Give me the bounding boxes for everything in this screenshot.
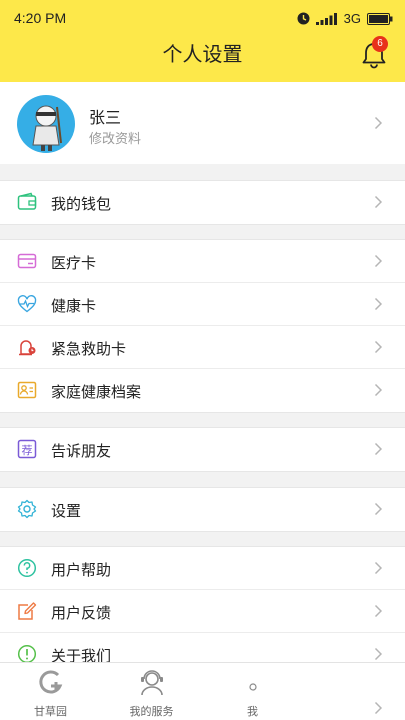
chevron-right-icon [374,701,383,715]
recommend-icon: 荐 [17,439,37,459]
menu-item-label: 健康卡 [51,297,97,315]
page-title: 个人设置 [162,42,243,66]
menu-group-settings: 设置 [0,487,405,532]
tab-my-services[interactable]: 我的服务 [101,663,202,720]
bottom-tab-bar: 甘草园 我的服务 我 [0,662,405,720]
feedback-icon [18,602,37,620]
medical-card-icon [17,253,37,269]
menu-item-label: 告诉朋友 [51,442,112,460]
menu-item-settings[interactable]: 设置 [0,488,405,531]
tab-label: 我 [247,705,258,718]
menu-item-wallet[interactable]: 我的钱包 [0,181,405,224]
status-time: 4:20 PM [14,10,67,26]
chevron-right-icon [374,647,383,661]
menu-item-help[interactable]: 用户帮助 [0,547,405,590]
alarm-icon [297,12,310,25]
battery-icon [367,12,393,25]
menu-item-feedback[interactable]: 用户反馈 [0,590,405,633]
status-bar: 4:20 PM 3G [0,0,405,38]
menu-item-label: 设置 [51,502,82,520]
tab-gancaoyuan[interactable]: 甘草园 [0,663,101,720]
profile-card[interactable]: 张三 修改资料 [0,82,405,164]
network-type: 3G [343,11,361,26]
chevron-right-icon [374,116,383,130]
menu-group-wallet: 我的钱包 [0,180,405,225]
menu-group-share: 荐 告诉朋友 [0,427,405,472]
menu-item-label: 我的钱包 [51,195,112,213]
chevron-right-icon [374,561,383,575]
status-icons: 3G [297,11,393,26]
menu-item-label: 紧急救助卡 [51,340,127,358]
profile-name: 张三 [89,108,122,127]
menu-item-label: 用户反馈 [51,604,112,622]
tab-me[interactable]: 我 [202,663,303,720]
menu-item-label: 用户帮助 [51,561,112,579]
chevron-right-icon [374,442,383,456]
info-icon [17,644,37,664]
chevron-right-icon [374,502,383,516]
menu-item-health-card[interactable]: 健康卡 [0,283,405,326]
svg-text:荐: 荐 [22,444,33,457]
wallet-icon [17,192,37,210]
tab-label: 甘草园 [34,705,67,718]
tab-label: 我的服务 [129,705,174,718]
chevron-right-icon [374,604,383,618]
help-icon [17,558,37,578]
me-icon [248,683,257,691]
menu-item-label: 医疗卡 [51,254,97,272]
chevron-right-icon [374,254,383,268]
chevron-right-icon [374,340,383,354]
menu-item-emergency-card[interactable]: 紧急救助卡 [0,326,405,369]
gear-icon [17,499,37,519]
gancao-logo-icon [38,670,62,694]
edit-profile-link[interactable]: 修改资料 [89,128,141,147]
service-person-icon [140,670,163,696]
avatar-figure-icon [32,105,62,151]
heartbeat-icon [17,295,37,313]
menu-group-cards: 医疗卡 健康卡 紧急救助卡 家庭健康档案 [0,239,405,413]
menu-item-label: 家庭健康档案 [51,383,142,401]
header-bar: 4:20 PM 3G 个人设置 6 [0,0,405,82]
menu-item-medical-card[interactable]: 医疗卡 [0,240,405,283]
chevron-right-icon [374,383,383,397]
menu-item-tell-friends[interactable]: 荐 告诉朋友 [0,428,405,471]
family-record-icon [17,381,37,399]
chevron-right-icon [374,195,383,209]
menu-group-support: 用户帮助 用户反馈 关于我们 [0,546,405,677]
notification-badge: 6 [372,36,388,52]
menu-item-family-record[interactable]: 家庭健康档案 [0,369,405,412]
emergency-icon [19,340,36,356]
avatar[interactable] [17,95,75,153]
signal-icon [315,12,337,25]
chevron-right-icon [374,297,383,311]
